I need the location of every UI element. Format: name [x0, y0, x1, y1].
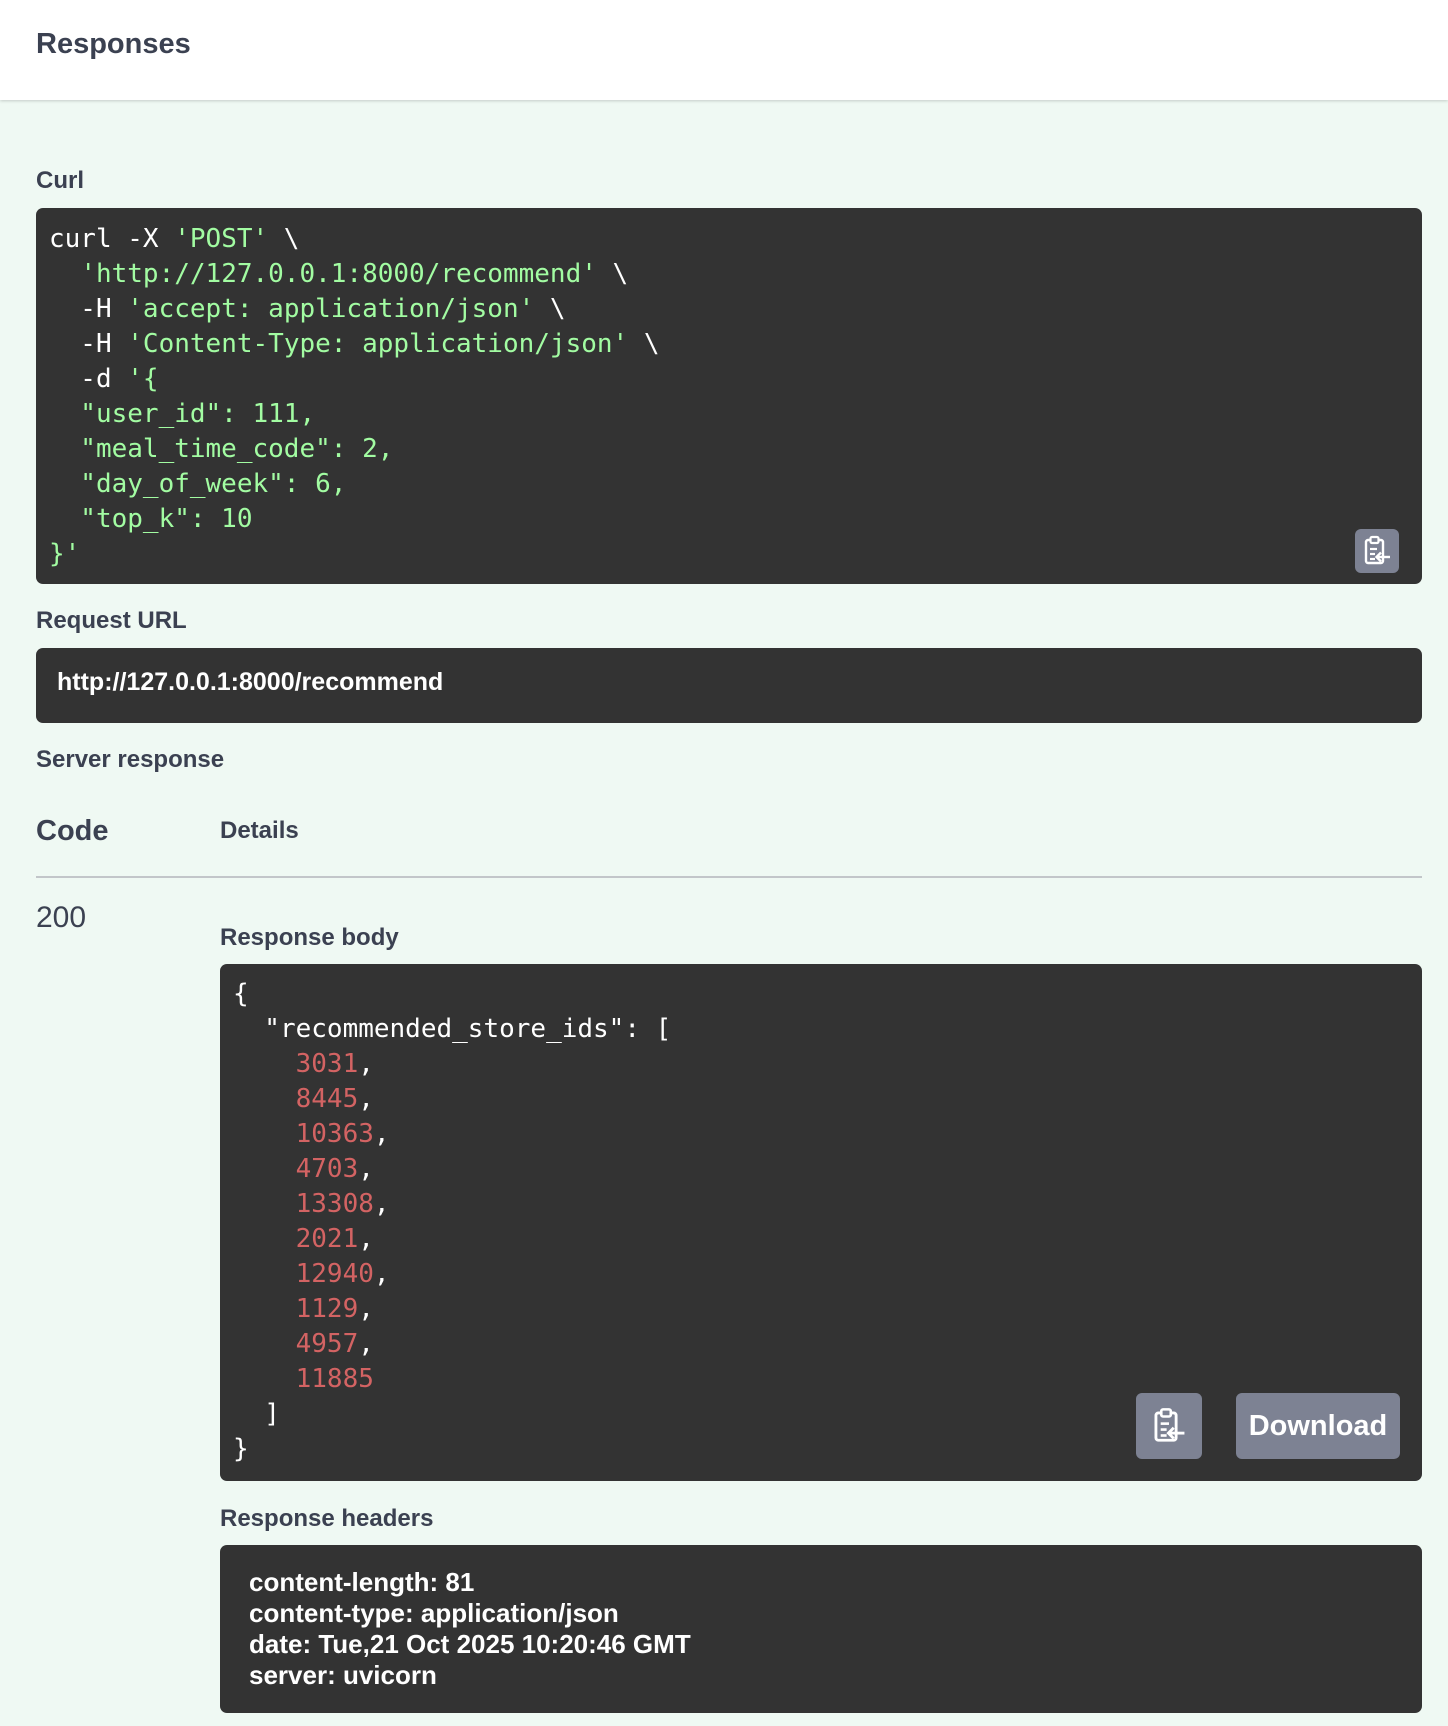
table-divider	[36, 876, 1422, 878]
curl-string: "top_k": 10	[49, 504, 253, 534]
store-id-value: 3031	[295, 1049, 359, 1079]
curl-line: "meal_time_code": 2,	[49, 434, 393, 464]
curl-continuation: \	[268, 224, 300, 254]
store-id-value: 1129	[295, 1294, 359, 1324]
curl-string: "meal_time_code": 2,	[49, 434, 394, 464]
curl-line: "user_id": 111,	[49, 399, 315, 429]
response-headers-block: content-length: 81 content-type: applicat…	[220, 1545, 1422, 1713]
json-brace-close: }	[233, 1434, 249, 1464]
curl-string: }'	[49, 539, 81, 569]
response-status-code: 200	[36, 901, 87, 934]
request-url-value: http://127.0.0.1:8000/recommend	[57, 668, 444, 696]
store-id-value: 11885	[295, 1364, 374, 1394]
request-url-box: http://127.0.0.1:8000/recommend	[36, 648, 1422, 723]
curl-line: "day_of_week": 6,	[49, 469, 346, 499]
response-body-block: { "recommended_store_ids": [ 3031, 8445,…	[220, 964, 1422, 1481]
store-id-value: 12940	[295, 1259, 374, 1289]
response-header-line: content-type: application/json	[249, 1598, 619, 1628]
response-body-json: { "recommended_store_ids": [ 3031, 8445,…	[233, 979, 672, 1464]
store-id-value: 4703	[295, 1154, 359, 1184]
curl-continuation: \	[628, 329, 660, 359]
curl-line: }'	[49, 539, 80, 569]
responses-header: Responses	[0, 0, 1448, 100]
curl-string: 'http://127.0.0.1:8000/recommend'	[80, 259, 597, 289]
curl-token: -H	[49, 294, 128, 324]
curl-string: 'Content-Type: application/json'	[127, 329, 629, 359]
curl-string: 'POST'	[174, 224, 269, 254]
curl-label: Curl	[36, 167, 84, 194]
curl-line: 'http://127.0.0.1:8000/recommend' \	[49, 259, 628, 289]
clipboard-copy-icon	[1154, 1408, 1185, 1442]
response-body-label: Response body	[220, 924, 399, 951]
curl-command: curl -X 'POST' \ 'http://127.0.0.1:8000/…	[49, 222, 660, 572]
curl-line: -H 'Content-Type: application/json' \	[49, 329, 660, 359]
store-id-value: 8445	[295, 1084, 359, 1114]
response-header-line: content-length: 81	[249, 1567, 475, 1597]
response-header-line: date: Tue,21 Oct 2025 10:20:46 GMT	[249, 1629, 691, 1659]
curl-copy-button[interactable]	[1355, 529, 1399, 573]
request-url-label: Request URL	[36, 607, 187, 634]
store-id-value: 13308	[295, 1189, 374, 1219]
responses-title: Responses	[36, 28, 191, 60]
curl-line: curl -X 'POST' \	[49, 224, 299, 254]
store-id-value: 2021	[295, 1224, 359, 1254]
json-key: "recommended_store_ids": [	[233, 1014, 672, 1044]
curl-continuation: \	[596, 259, 629, 289]
curl-string: 'accept: application/json'	[127, 294, 535, 324]
response-headers-list: content-length: 81 content-type: applicat…	[249, 1567, 691, 1691]
curl-token: -d	[49, 364, 128, 394]
response-headers-label: Response headers	[220, 1505, 434, 1532]
server-response-label: Server response	[36, 746, 225, 773]
curl-string: "user_id": 111,	[49, 399, 316, 429]
clipboard-copy-icon	[1364, 535, 1390, 565]
response-header-line: server: uvicorn	[249, 1660, 437, 1690]
download-button[interactable]: Download	[1236, 1393, 1400, 1459]
curl-line: -H 'accept: application/json' \	[49, 294, 566, 324]
json-array-close: ]	[233, 1399, 280, 1429]
code-column-header: Code	[36, 815, 109, 847]
details-column-header: Details	[220, 817, 299, 844]
curl-string: "day_of_week": 6,	[49, 469, 347, 499]
store-id-value: 10363	[295, 1119, 374, 1149]
curl-token	[49, 259, 80, 289]
curl-string: '{	[127, 364, 159, 394]
response-copy-button[interactable]	[1136, 1393, 1202, 1459]
json-brace-open: {	[233, 979, 249, 1009]
store-id-value: 4957	[295, 1329, 359, 1359]
curl-line: -d '{	[49, 364, 159, 394]
curl-line: "top_k": 10	[49, 504, 253, 534]
curl-token: -H	[49, 329, 128, 359]
curl-token: curl -X	[49, 224, 175, 254]
curl-continuation: \	[534, 294, 566, 324]
curl-code-block: curl -X 'POST' \ 'http://127.0.0.1:8000/…	[36, 208, 1422, 584]
